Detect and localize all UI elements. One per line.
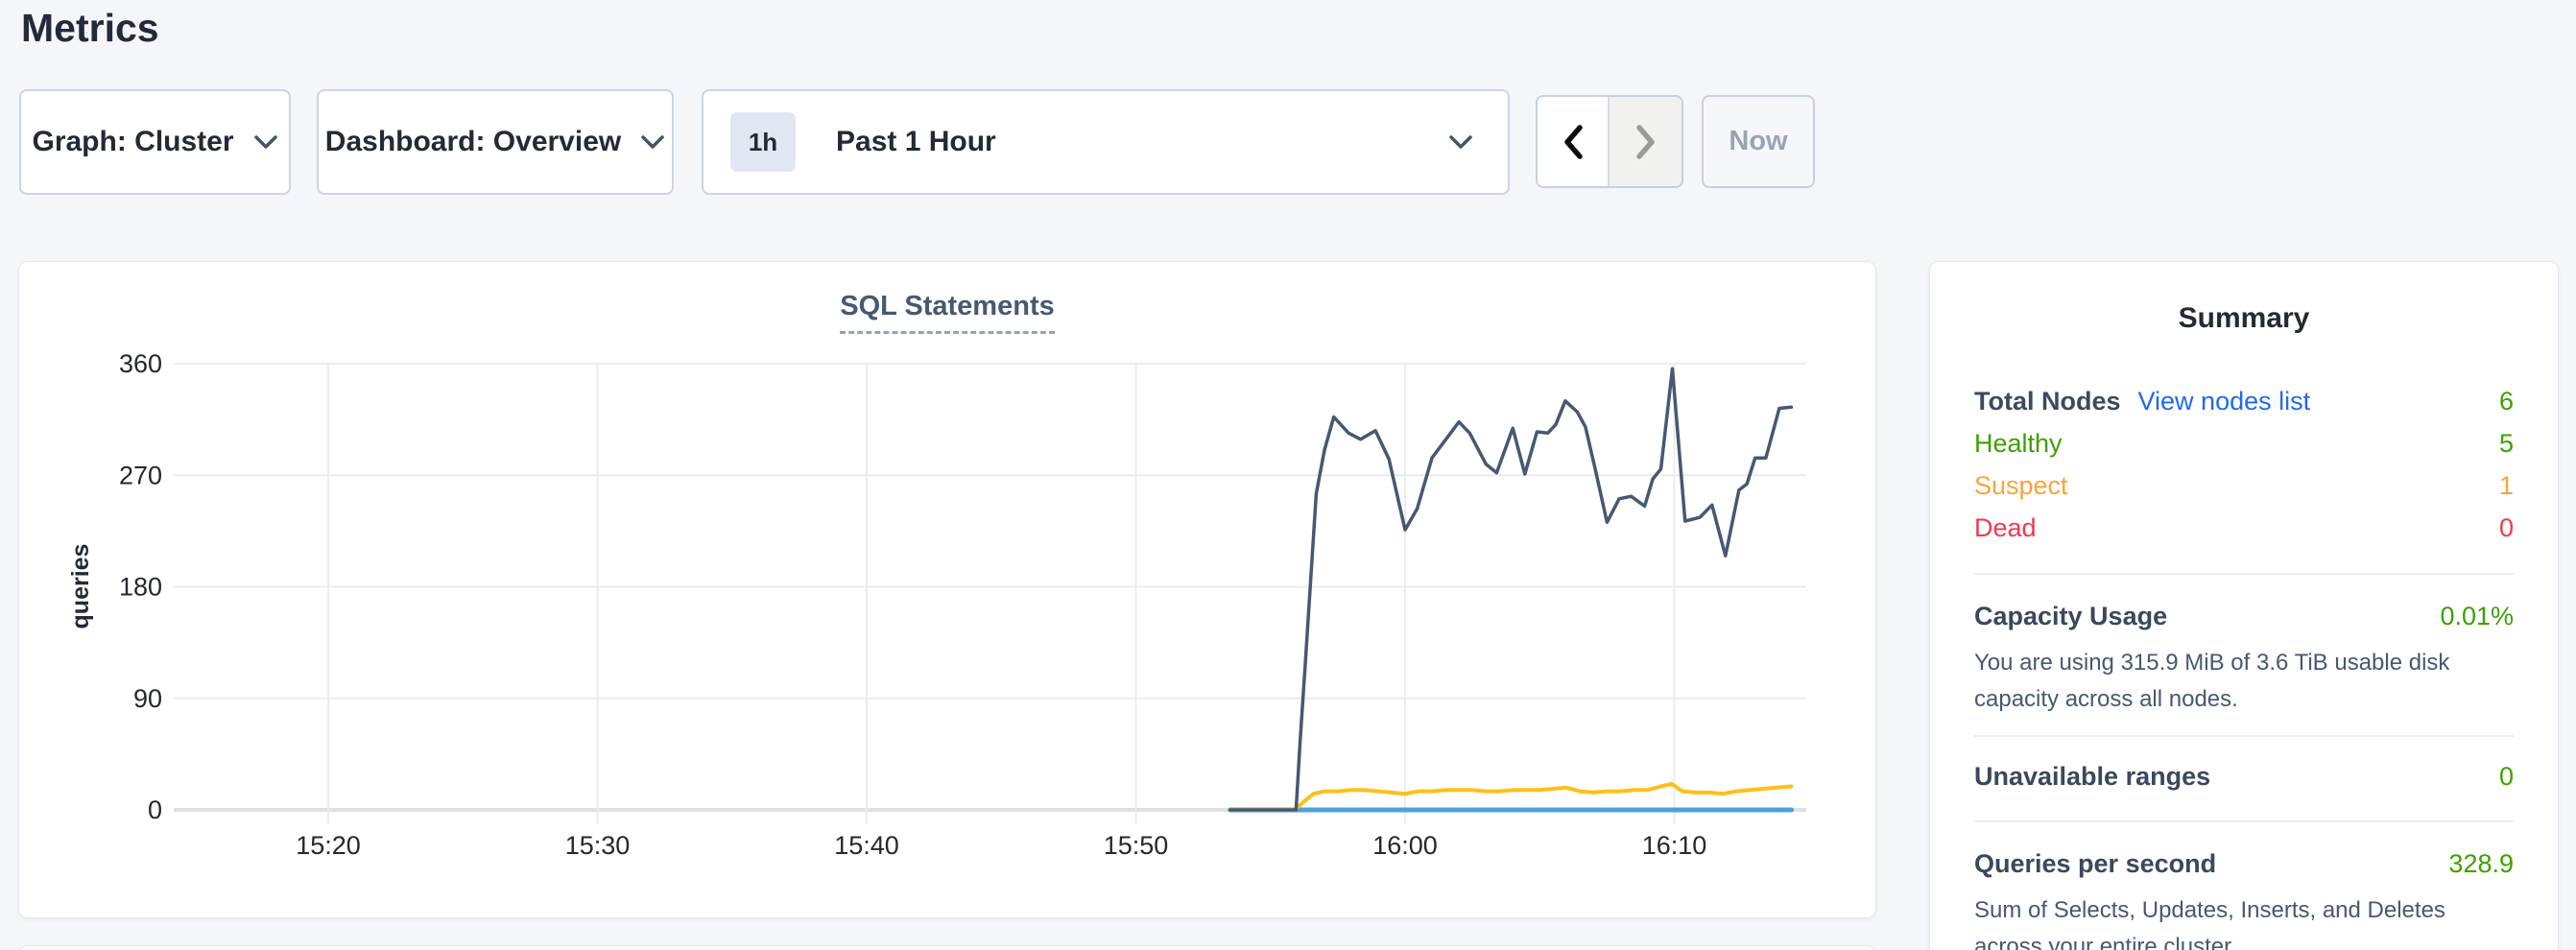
dead-label: Dead xyxy=(1974,513,2037,543)
queries-per-second-description: Sum of Selects, Updates, Inserts, and De… xyxy=(1974,892,2514,950)
dashboard-dropdown-label: Dashboard: Overview xyxy=(325,126,621,158)
next-chart-card xyxy=(18,945,1876,950)
healthy-nodes-row: Healthy 5 xyxy=(1974,429,2514,471)
svg-text:queries: queries xyxy=(67,544,94,629)
svg-text:16:10: 16:10 xyxy=(1642,831,1707,860)
svg-text:15:40: 15:40 xyxy=(834,831,899,860)
svg-text:0: 0 xyxy=(148,796,162,824)
time-range-label: Past 1 Hour xyxy=(836,126,996,158)
dead-value: 0 xyxy=(2499,513,2514,543)
unavailable-ranges-label: Unavailable ranges xyxy=(1974,762,2210,792)
chevron-left-icon xyxy=(1562,124,1585,160)
graph-dropdown-label: Graph: Cluster xyxy=(32,126,233,158)
queries-per-second-value: 328.9 xyxy=(2448,849,2514,879)
sql-statements-chart-card: SQL Statements 0 90 180 270 360 15:20 15:30 15:… xyxy=(18,261,1876,918)
svg-text:15:50: 15:50 xyxy=(1104,831,1169,860)
suspect-label: Suspect xyxy=(1974,471,2068,501)
chevron-down-icon xyxy=(1448,134,1473,151)
total-nodes-row: Total Nodes View nodes list 6 xyxy=(1974,387,2514,429)
summary-panel: Summary Total Nodes View nodes list 6 He… xyxy=(1929,261,2559,950)
chevron-right-icon xyxy=(1634,124,1658,160)
svg-text:15:20: 15:20 xyxy=(296,831,361,860)
view-nodes-list-link[interactable]: View nodes list xyxy=(2138,387,2311,416)
total-nodes-label: Total Nodes xyxy=(1974,387,2121,416)
now-button[interactable]: Now xyxy=(1702,95,1815,188)
suspect-value: 1 xyxy=(2499,471,2514,501)
queries-per-second-label: Queries per second xyxy=(1974,849,2216,879)
dashboard-dropdown[interactable]: Dashboard: Overview xyxy=(317,89,674,195)
healthy-value: 5 xyxy=(2499,429,2514,459)
summary-title: Summary xyxy=(1930,302,2558,335)
capacity-usage-label: Capacity Usage xyxy=(1974,602,2167,631)
capacity-usage-row: Capacity Usage 0.01% xyxy=(1974,602,2514,631)
graph-dropdown[interactable]: Graph: Cluster xyxy=(19,89,291,195)
total-nodes-value: 6 xyxy=(2499,387,2514,416)
time-step-buttons xyxy=(1536,95,1683,188)
svg-text:360: 360 xyxy=(119,349,162,378)
chevron-down-icon xyxy=(253,134,278,151)
svg-text:15:30: 15:30 xyxy=(565,831,631,860)
unavailable-ranges-row: Unavailable ranges 0 xyxy=(1974,762,2514,792)
suspect-nodes-row: Suspect 1 xyxy=(1974,471,2514,513)
dead-nodes-row: Dead 0 xyxy=(1974,513,2514,556)
time-range-badge: 1h xyxy=(730,112,796,172)
unavailable-ranges-value: 0 xyxy=(2499,762,2514,792)
chart-plot-area[interactable]: 0 90 180 270 360 15:20 15:30 15:40 15:50 16:00 16:… xyxy=(19,262,1877,919)
svg-text:16:00: 16:00 xyxy=(1372,831,1438,860)
next-time-button[interactable] xyxy=(1610,97,1682,186)
svg-text:90: 90 xyxy=(133,684,162,713)
healthy-label: Healthy xyxy=(1974,429,2063,459)
svg-text:270: 270 xyxy=(119,461,162,489)
capacity-usage-description: You are using 315.9 MiB of 3.6 TiB usabl… xyxy=(1974,645,2514,718)
chart-title[interactable]: SQL Statements xyxy=(840,291,1054,334)
capacity-usage-value: 0.01% xyxy=(2440,602,2514,631)
chevron-down-icon xyxy=(640,134,665,151)
svg-text:180: 180 xyxy=(119,573,162,602)
divider xyxy=(1974,735,2514,737)
divider xyxy=(1974,573,2514,575)
time-range-selector[interactable]: 1h Past 1 Hour xyxy=(702,89,1510,195)
page-title: Metrics xyxy=(21,6,159,51)
divider xyxy=(1974,820,2514,822)
queries-per-second-row: Queries per second 328.9 xyxy=(1974,849,2514,879)
prev-time-button[interactable] xyxy=(1538,97,1610,186)
